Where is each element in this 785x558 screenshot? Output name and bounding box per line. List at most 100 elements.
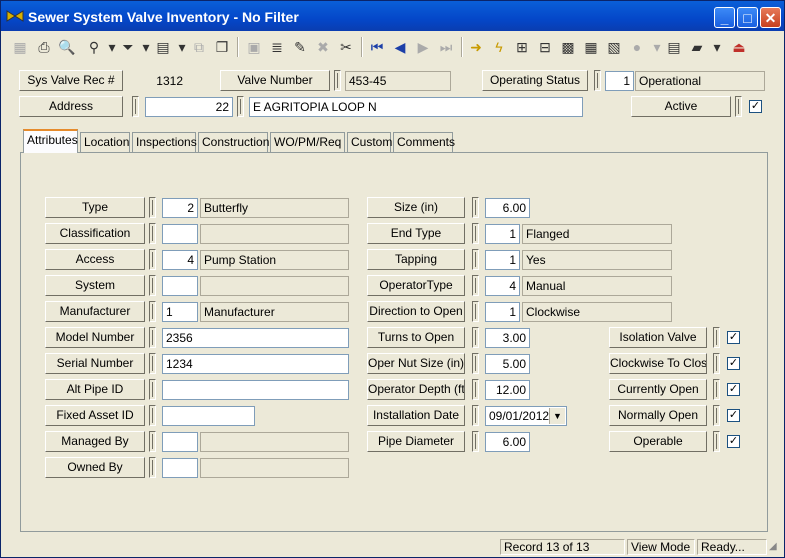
type-code-field[interactable]: 2	[162, 198, 198, 218]
field-grip[interactable]	[149, 353, 156, 374]
tab-wo-pm-req[interactable]: WO/PM/Req	[270, 132, 345, 152]
spreadsheet-icon[interactable]: ▤	[663, 36, 685, 58]
clockwise-to-close-checkbox[interactable]: ✓	[727, 357, 740, 370]
operating-status-button[interactable]: Operating Status	[482, 70, 588, 91]
field-grip[interactable]	[472, 379, 479, 400]
currently-open-button[interactable]: Currently Open	[609, 379, 707, 400]
field-grip[interactable]	[713, 379, 720, 400]
save-icon[interactable]: ▣	[243, 36, 265, 58]
operating-status-code-field[interactable]: 1	[605, 71, 634, 91]
globe-icon[interactable]: ●	[626, 36, 648, 58]
active-button[interactable]: Active	[631, 96, 731, 117]
previous-record-icon[interactable]: ◀	[389, 36, 411, 58]
grid-icon[interactable]: ▦	[9, 36, 31, 58]
field-grip[interactable]	[472, 353, 479, 374]
end-type-code-field[interactable]: 1	[485, 224, 520, 244]
field-grip[interactable]	[472, 223, 479, 244]
print-icon[interactable]: ⎙	[33, 36, 55, 58]
owned-by-code-field[interactable]	[162, 458, 198, 478]
close-button[interactable]: ✕	[760, 7, 781, 28]
installation-date-button[interactable]: Installation Date	[367, 405, 465, 426]
system-button[interactable]: System	[45, 275, 145, 296]
field-grip[interactable]	[713, 353, 720, 374]
map-icon[interactable]: ▩	[557, 36, 579, 58]
field-grip[interactable]	[472, 301, 479, 322]
classification-button[interactable]: Classification	[45, 223, 145, 244]
field-grip[interactable]	[472, 197, 479, 218]
title-bar[interactable]: Sewer System Valve Inventory - No Filter…	[1, 1, 784, 31]
end-type-button[interactable]: End Type	[367, 223, 465, 244]
delete-icon[interactable]: ✖	[312, 36, 334, 58]
serial-number-button[interactable]: Serial Number	[45, 353, 145, 374]
field-grip[interactable]	[594, 70, 601, 91]
exit-icon[interactable]: ⏏	[728, 36, 750, 58]
owned-by-button[interactable]: Owned By	[45, 457, 145, 478]
minimize-button[interactable]: _	[714, 7, 735, 28]
field-grip[interactable]	[149, 275, 156, 296]
field-grip[interactable]	[149, 457, 156, 478]
field-grip[interactable]	[472, 327, 479, 348]
managed-by-code-field[interactable]	[162, 432, 198, 452]
network-icon[interactable]: ⊟	[534, 36, 556, 58]
stack-icon[interactable]: ≣	[266, 36, 288, 58]
fixed-asset-id-button[interactable]: Fixed Asset ID	[45, 405, 145, 426]
field-grip[interactable]	[149, 197, 156, 218]
operator-type-code-field[interactable]: 4	[485, 276, 520, 296]
field-grip[interactable]	[713, 431, 720, 452]
alt-pipe-id-field[interactable]	[162, 380, 349, 400]
field-grip[interactable]	[149, 301, 156, 322]
classification-code-field[interactable]	[162, 224, 198, 244]
managed-by-button[interactable]: Managed By	[45, 431, 145, 452]
field-grip[interactable]	[149, 223, 156, 244]
lightning-icon[interactable]: ϟ	[488, 36, 510, 58]
operator-type-button[interactable]: OperatorType	[367, 275, 465, 296]
model-number-field[interactable]: 2356	[162, 328, 349, 348]
tab-location[interactable]: Location	[80, 132, 130, 152]
address-button[interactable]: Address	[19, 96, 123, 117]
pipe-diameter-button[interactable]: Pipe Diameter	[367, 431, 465, 452]
manufacturer-button[interactable]: Manufacturer	[45, 301, 145, 322]
access-code-field[interactable]: 4	[162, 250, 198, 270]
isolation-valve-checkbox[interactable]: ✓	[727, 331, 740, 344]
field-grip[interactable]	[149, 327, 156, 348]
tapping-button[interactable]: Tapping	[367, 249, 465, 270]
window-icon[interactable]: ❐	[211, 36, 233, 58]
cut-icon[interactable]: ✂	[335, 36, 357, 58]
field-grip[interactable]	[713, 405, 720, 426]
field-grip[interactable]	[472, 249, 479, 270]
installation-date-picker[interactable]: 09/01/2012 ▼	[485, 406, 567, 426]
operable-checkbox[interactable]: ✓	[727, 435, 740, 448]
maximize-button[interactable]: □	[737, 7, 758, 28]
turns-to-open-button[interactable]: Turns to Open	[367, 327, 465, 348]
last-record-icon[interactable]: ⏭	[435, 36, 457, 58]
tab-attributes[interactable]: Attributes	[23, 129, 78, 153]
field-grip[interactable]	[149, 431, 156, 452]
calculator-icon[interactable]: ▦	[580, 36, 602, 58]
tab-comments[interactable]: Comments	[393, 132, 455, 152]
valve-number-field[interactable]: 453-45	[345, 71, 451, 91]
access-button[interactable]: Access	[45, 249, 145, 270]
alt-pipe-id-button[interactable]: Alt Pipe ID	[45, 379, 145, 400]
field-grip[interactable]	[149, 379, 156, 400]
field-grip[interactable]	[149, 249, 156, 270]
clockwise-to-close-button[interactable]: Clockwise To Close	[609, 353, 707, 374]
manufacturer-code-field[interactable]: 1	[162, 302, 198, 322]
hierarchy-icon[interactable]: ⊞	[511, 36, 533, 58]
oper-nut-size-field[interactable]: 5.00	[485, 354, 530, 374]
operable-button[interactable]: Operable	[609, 431, 707, 452]
operator-depth-button[interactable]: Operator Depth (ft)	[367, 379, 465, 400]
operator-depth-field[interactable]: 12.00	[485, 380, 530, 400]
normally-open-button[interactable]: Normally Open	[609, 405, 707, 426]
field-grip[interactable]	[472, 431, 479, 452]
first-record-icon[interactable]: ⏮	[366, 36, 388, 58]
field-grip[interactable]	[472, 405, 479, 426]
next-record-icon[interactable]: ▶	[412, 36, 434, 58]
field-grip[interactable]	[735, 96, 742, 117]
tab-inspections[interactable]: Inspections	[132, 132, 197, 152]
direction-to-open-button[interactable]: Direction to Open	[367, 301, 465, 322]
serial-number-field[interactable]: 1234	[162, 354, 349, 374]
field-grip[interactable]	[472, 275, 479, 296]
dropdown-arrow-icon[interactable]: ▾	[706, 36, 728, 58]
system-code-field[interactable]	[162, 276, 198, 296]
field-grip[interactable]	[237, 96, 244, 117]
